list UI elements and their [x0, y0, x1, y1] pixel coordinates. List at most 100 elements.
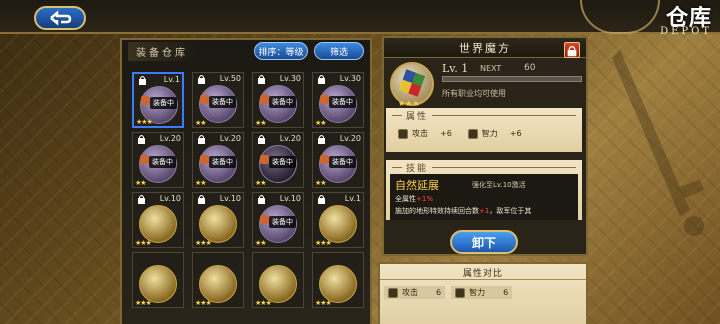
compare-title: 属性对比 — [380, 266, 586, 280]
next-label: NEXT — [480, 64, 502, 73]
slot-stars: ★★★ — [315, 299, 332, 307]
slot-stars: ★★★ — [135, 299, 152, 307]
top-bar: 仓库 DEPOT — [0, 0, 720, 37]
equipment-icon — [319, 205, 357, 243]
lock-icon — [567, 45, 577, 57]
inventory-slot[interactable]: Lv.30 装备中 ★★ — [252, 72, 304, 128]
lock-icon — [198, 75, 205, 84]
skill-unlock-text: 强化至Lv.10激活 — [472, 181, 526, 189]
inventory-slot[interactable]: Lv.20 装备中 ★★ — [252, 132, 304, 188]
slot-level: Lv.20 — [219, 134, 241, 143]
inventory-slot[interactable]: ★★★ — [252, 252, 304, 308]
slot-level: Lv.50 — [219, 74, 241, 83]
inventory-grid: Lv.1 装备中 ★★★ Lv.50 装备中 ★★ Lv.30 装备中 ★★ Lv.30 装备中 ★★… — [132, 72, 364, 308]
skill-line2-bonus: +1 — [479, 207, 490, 215]
compare-panel: 属性对比 攻击 6 智力 6 — [378, 262, 588, 324]
exp-bar — [442, 76, 582, 82]
slot-level: Lv.1 — [344, 194, 361, 203]
inventory-slot[interactable]: Lv.30 装备中 ★★ — [312, 72, 364, 128]
attribute-intelligence: 智力 +6 — [467, 128, 522, 139]
sword-decoration — [612, 50, 704, 236]
equipped-tag: 装备中 — [269, 156, 296, 168]
page-title-en: DEPOT — [660, 26, 712, 37]
next-value: 60 — [524, 63, 536, 73]
inventory-slot[interactable]: ★★★ — [132, 252, 184, 308]
attribute-attack: 攻击 +6 — [398, 128, 452, 139]
inventory-slot[interactable]: Lv.10 装备中 ★★ — [252, 192, 304, 248]
slot-level: Lv.10 — [159, 194, 181, 203]
equipped-mark-icon — [140, 155, 149, 164]
item-stars: ★★★ — [398, 99, 420, 108]
slot-stars: ★★ — [255, 179, 267, 187]
slot-stars: ★★ — [195, 119, 207, 127]
slot-level: Lv.20 — [159, 134, 181, 143]
inventory-slot[interactable]: Lv.50 装备中 ★★ — [192, 72, 244, 128]
slot-stars: ★★ — [195, 179, 207, 187]
attack-icon — [398, 128, 408, 139]
slot-level: Lv.30 — [279, 74, 301, 83]
equipped-mark-icon — [320, 155, 329, 164]
back-arrow-icon — [50, 10, 72, 26]
slot-stars: ★★ — [315, 119, 327, 127]
skill-description: 全属性+1% 施加的地形特效持续回合数+1，敌军位于其 — [395, 193, 573, 217]
unequip-button[interactable]: 卸下 — [450, 230, 518, 254]
lock-icon — [198, 195, 205, 204]
inventory-slot[interactable]: Lv.20 装备中 ★★ — [312, 132, 364, 188]
inventory-slot[interactable]: ★★★ — [312, 252, 364, 308]
equipped-tag: 装备中 — [209, 96, 236, 108]
inventory-slot[interactable]: Lv.20 装备中 ★★ — [192, 132, 244, 188]
compare-intelligence: 智力 6 — [451, 286, 513, 299]
lock-icon — [318, 75, 325, 84]
inventory-slot[interactable]: Lv.10 ★★★ — [132, 192, 184, 248]
lock-icon — [258, 75, 265, 84]
equipped-tag: 装备中 — [149, 156, 176, 168]
slot-stars: ★★★ — [135, 239, 152, 247]
title-ornament — [580, 0, 660, 34]
slot-stars: ★★★ — [255, 299, 272, 307]
item-name: 世界魔方 — [459, 41, 511, 55]
item-icon-world-cube: ★★★ — [390, 62, 434, 108]
equipment-icon — [199, 265, 237, 303]
attack-icon — [388, 287, 398, 298]
slot-stars: ★★★ — [136, 118, 153, 126]
inventory-slot[interactable]: Lv.1 ★★★ — [312, 192, 364, 248]
compare-value: 6 — [503, 288, 509, 297]
skill-section: 技能 自然延展 强化至Lv.10激活 全属性+1% 施加的地形特效持续回合数+1… — [386, 160, 582, 220]
slot-stars: ★★★ — [195, 299, 212, 307]
equipped-mark-icon — [320, 95, 329, 104]
slot-stars: ★★ — [255, 239, 267, 247]
filter-button[interactable]: 筛选 — [314, 42, 364, 60]
lock-icon — [258, 195, 265, 204]
cube-icon — [398, 69, 426, 97]
lock-icon — [139, 76, 146, 85]
inventory-slot[interactable]: Lv.1 装备中 ★★★ — [132, 72, 184, 128]
compare-attack: 攻击 6 — [384, 286, 446, 299]
attributes-section: 属性 攻击 +6 智力 +6 — [386, 108, 582, 152]
back-button[interactable] — [34, 6, 86, 30]
compare-value: 6 — [436, 288, 442, 297]
equipped-tag: 装备中 — [329, 96, 356, 108]
slot-level: Lv.10 — [279, 194, 301, 203]
slot-level: Lv.20 — [279, 134, 301, 143]
skill-line1: 全属性 — [395, 195, 416, 203]
equipped-tag: 装备中 — [269, 216, 296, 228]
inventory-title: 装备仓库 — [128, 41, 196, 61]
inventory-slot[interactable]: Lv.10 ★★★ — [192, 192, 244, 248]
slot-stars: ★★★ — [195, 239, 212, 247]
equipped-mark-icon — [200, 155, 209, 164]
lock-toggle-button[interactable] — [564, 42, 580, 58]
intelligence-icon — [467, 128, 478, 139]
attributes-row: 攻击 +6 智力 +6 — [386, 122, 582, 145]
compare-name: 智力 — [469, 288, 486, 297]
lock-icon — [258, 135, 265, 144]
lock-icon — [318, 195, 325, 204]
skill-line2-suffix: ，敌军位于其 — [489, 207, 532, 215]
equipment-icon — [139, 205, 177, 243]
slot-level: Lv.10 — [219, 194, 241, 203]
sort-button[interactable]: 排序：等级 — [254, 42, 308, 60]
equipment-icon — [319, 265, 357, 303]
inventory-slot[interactable]: Lv.20 装备中 ★★ — [132, 132, 184, 188]
attributes-heading: 属性 — [386, 108, 582, 122]
equipped-tag: 装备中 — [329, 156, 356, 168]
inventory-slot[interactable]: ★★★ — [192, 252, 244, 308]
